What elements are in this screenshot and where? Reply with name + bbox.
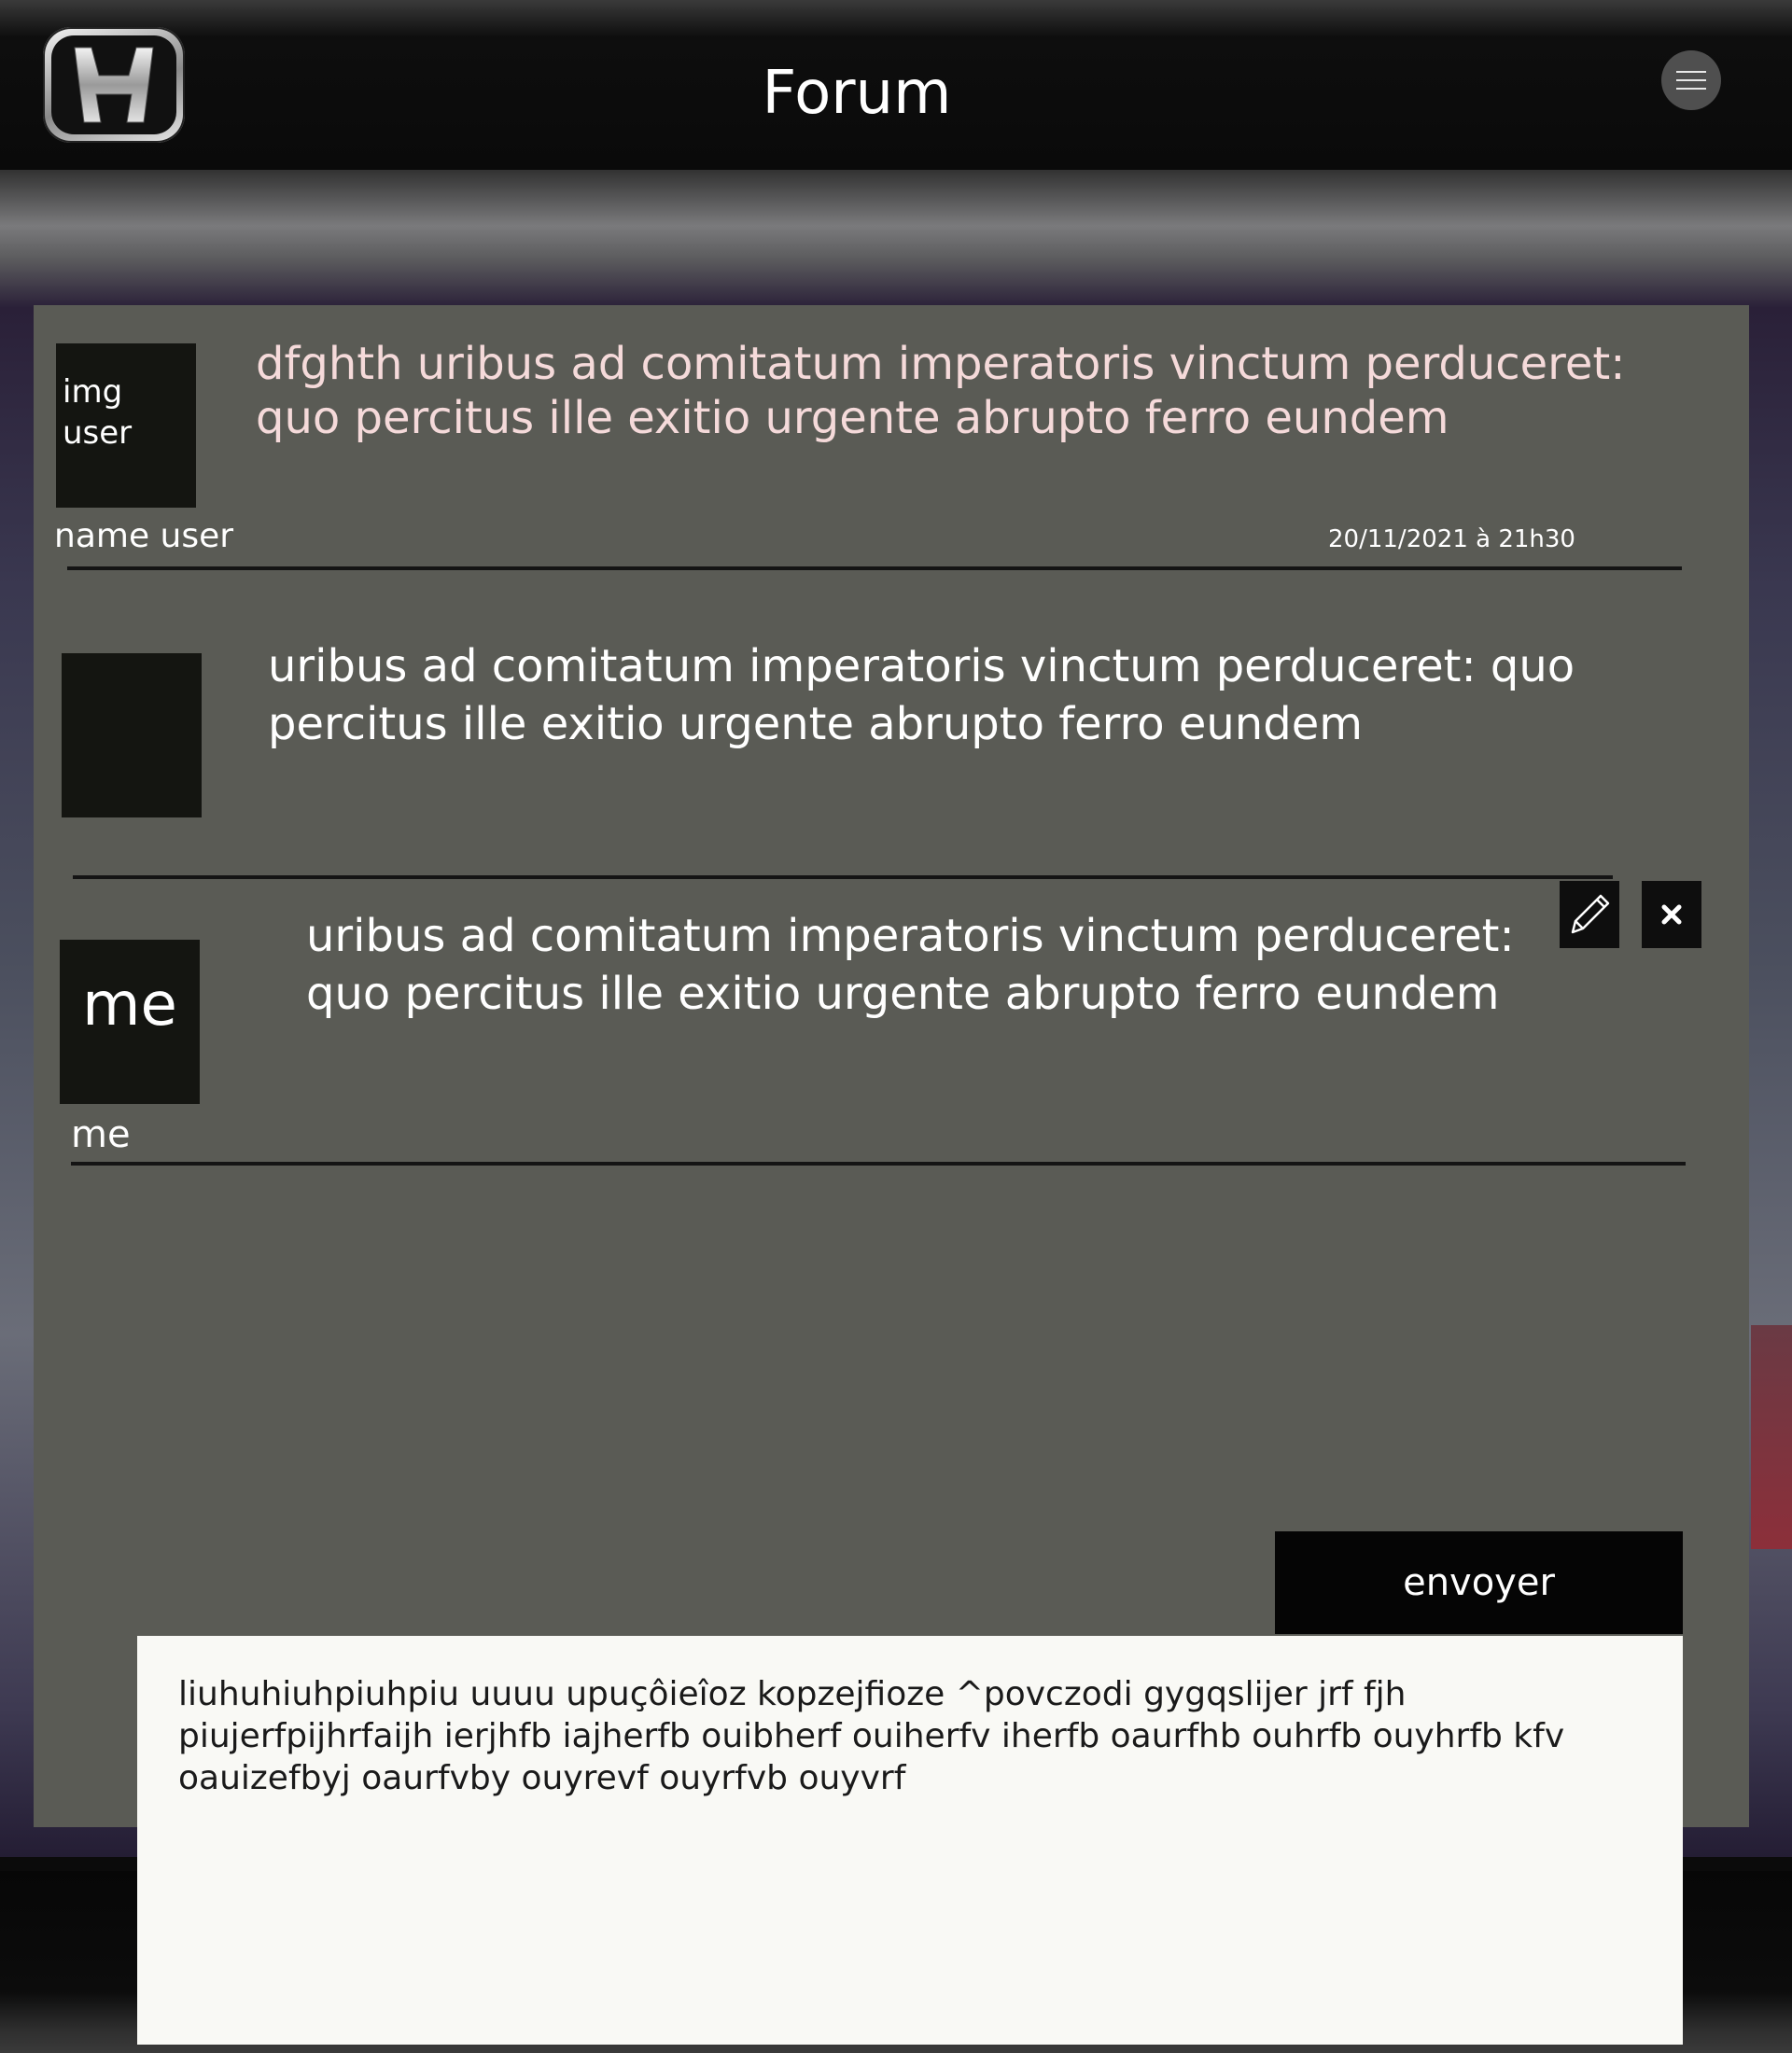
- header: Forum: [0, 0, 1792, 170]
- post-divider: [73, 875, 1613, 879]
- post-avatar: me: [60, 940, 200, 1104]
- post-avatar: [62, 653, 202, 817]
- forum-panel: img user dfghth uribus ad comitatum impe…: [34, 305, 1749, 2045]
- post-author[interactable]: me: [71, 1113, 131, 1156]
- header-band: [0, 170, 1792, 308]
- hamburger-menu-button[interactable]: [1661, 50, 1721, 110]
- post-avatar: img user: [56, 343, 196, 508]
- hamburger-icon: [1676, 71, 1706, 73]
- post-divider: [67, 566, 1682, 570]
- post-message: uribus ad comitatum imperatoris vinctum …: [306, 910, 1515, 1020]
- post-message: uribus ad comitatum imperatoris vinctum …: [268, 640, 1575, 750]
- page-title: Forum: [762, 59, 952, 128]
- close-icon: [1661, 904, 1682, 925]
- avatar-label: me: [82, 971, 177, 1040]
- send-button[interactable]: envoyer: [1275, 1531, 1683, 1634]
- background-scene-detail: [1751, 1325, 1792, 1549]
- delete-button[interactable]: [1642, 881, 1701, 948]
- post-divider: [71, 1162, 1686, 1166]
- message-textarea[interactable]: liuhuhiuhpiuhpiu uuuu upuçôieîoz kopzejf…: [137, 1636, 1683, 2045]
- post-timestamp: 20/11/2021 à 21h30: [1328, 525, 1575, 553]
- avatar-placeholder-text: img user: [63, 373, 133, 452]
- post-message: dfghth uribus ad comitatum imperatoris v…: [256, 338, 1626, 444]
- post-author[interactable]: name user: [54, 518, 233, 555]
